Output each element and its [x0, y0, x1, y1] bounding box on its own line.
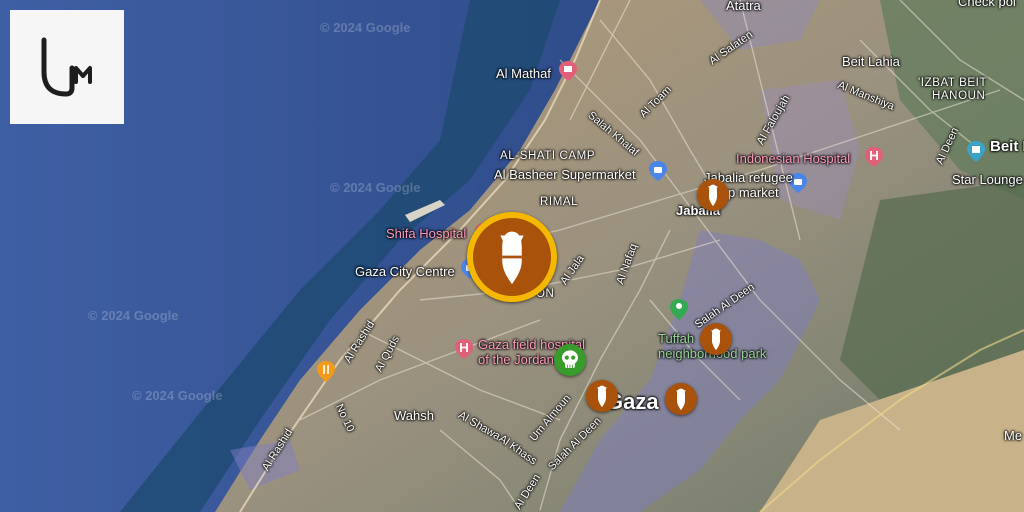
um-logo-icon: [41, 37, 92, 97]
google-watermark: © 2024 Google: [330, 180, 421, 195]
strike-marker[interactable]: [700, 323, 732, 355]
featured-strike-marker[interactable]: [467, 212, 557, 302]
place-label[interactable]: Atatra: [726, 0, 761, 13]
place-label[interactable]: Tuffah: [658, 331, 694, 346]
monument-pin-icon[interactable]: [966, 140, 986, 164]
bomb-icon: [676, 388, 686, 411]
brand-logo[interactable]: [10, 10, 124, 124]
place-label[interactable]: of the Jordan: [478, 352, 554, 367]
place-label[interactable]: p market: [728, 185, 779, 200]
place-label[interactable]: Me: [1004, 428, 1022, 443]
google-watermark: © 2024 Google: [88, 308, 179, 323]
museum-pin-icon[interactable]: [558, 60, 578, 82]
shopping-pin-icon[interactable]: [648, 160, 668, 182]
place-label[interactable]: Beit Lahia: [842, 54, 900, 69]
strike-marker[interactable]: [586, 380, 618, 412]
restaurant-pin-icon[interactable]: [316, 360, 336, 384]
bomb-icon: [711, 328, 721, 351]
place-label[interactable]: Al Basheer Supermarket: [494, 167, 636, 182]
place-label[interactable]: 'IZBAT BEIT: [918, 77, 987, 89]
place-label[interactable]: AL-SHATI CAMP: [500, 150, 595, 162]
place-label[interactable]: Indonesian Hospital: [736, 151, 850, 166]
bomb-icon: [597, 385, 607, 408]
place-label[interactable]: Gaza City Centre: [355, 264, 455, 279]
place-label[interactable]: Wahsh: [394, 408, 434, 423]
strike-marker[interactable]: [665, 383, 697, 415]
bomb-icon: [500, 231, 524, 285]
place-label[interactable]: HANOUN: [932, 90, 985, 102]
hospital-pin-icon[interactable]: [864, 146, 884, 168]
place-label[interactable]: Beit H: [990, 138, 1024, 155]
google-watermark: © 2024 Google: [320, 20, 411, 35]
strike-marker[interactable]: [697, 179, 729, 211]
place-label[interactable]: Shifa Hospital: [386, 226, 466, 241]
place-label[interactable]: Al Mathaf: [496, 66, 551, 81]
place-label[interactable]: Check poi: [958, 0, 1016, 9]
casualty-marker[interactable]: [554, 344, 586, 376]
skull-icon: [562, 350, 578, 368]
park-pin-icon[interactable]: [669, 298, 689, 322]
hospital-pin-icon[interactable]: [454, 338, 474, 360]
google-watermark: © 2024 Google: [132, 388, 223, 403]
place-label[interactable]: RIMAL: [540, 196, 578, 208]
bomb-icon: [708, 184, 718, 207]
place-label[interactable]: Star Lounge: [952, 172, 1023, 187]
